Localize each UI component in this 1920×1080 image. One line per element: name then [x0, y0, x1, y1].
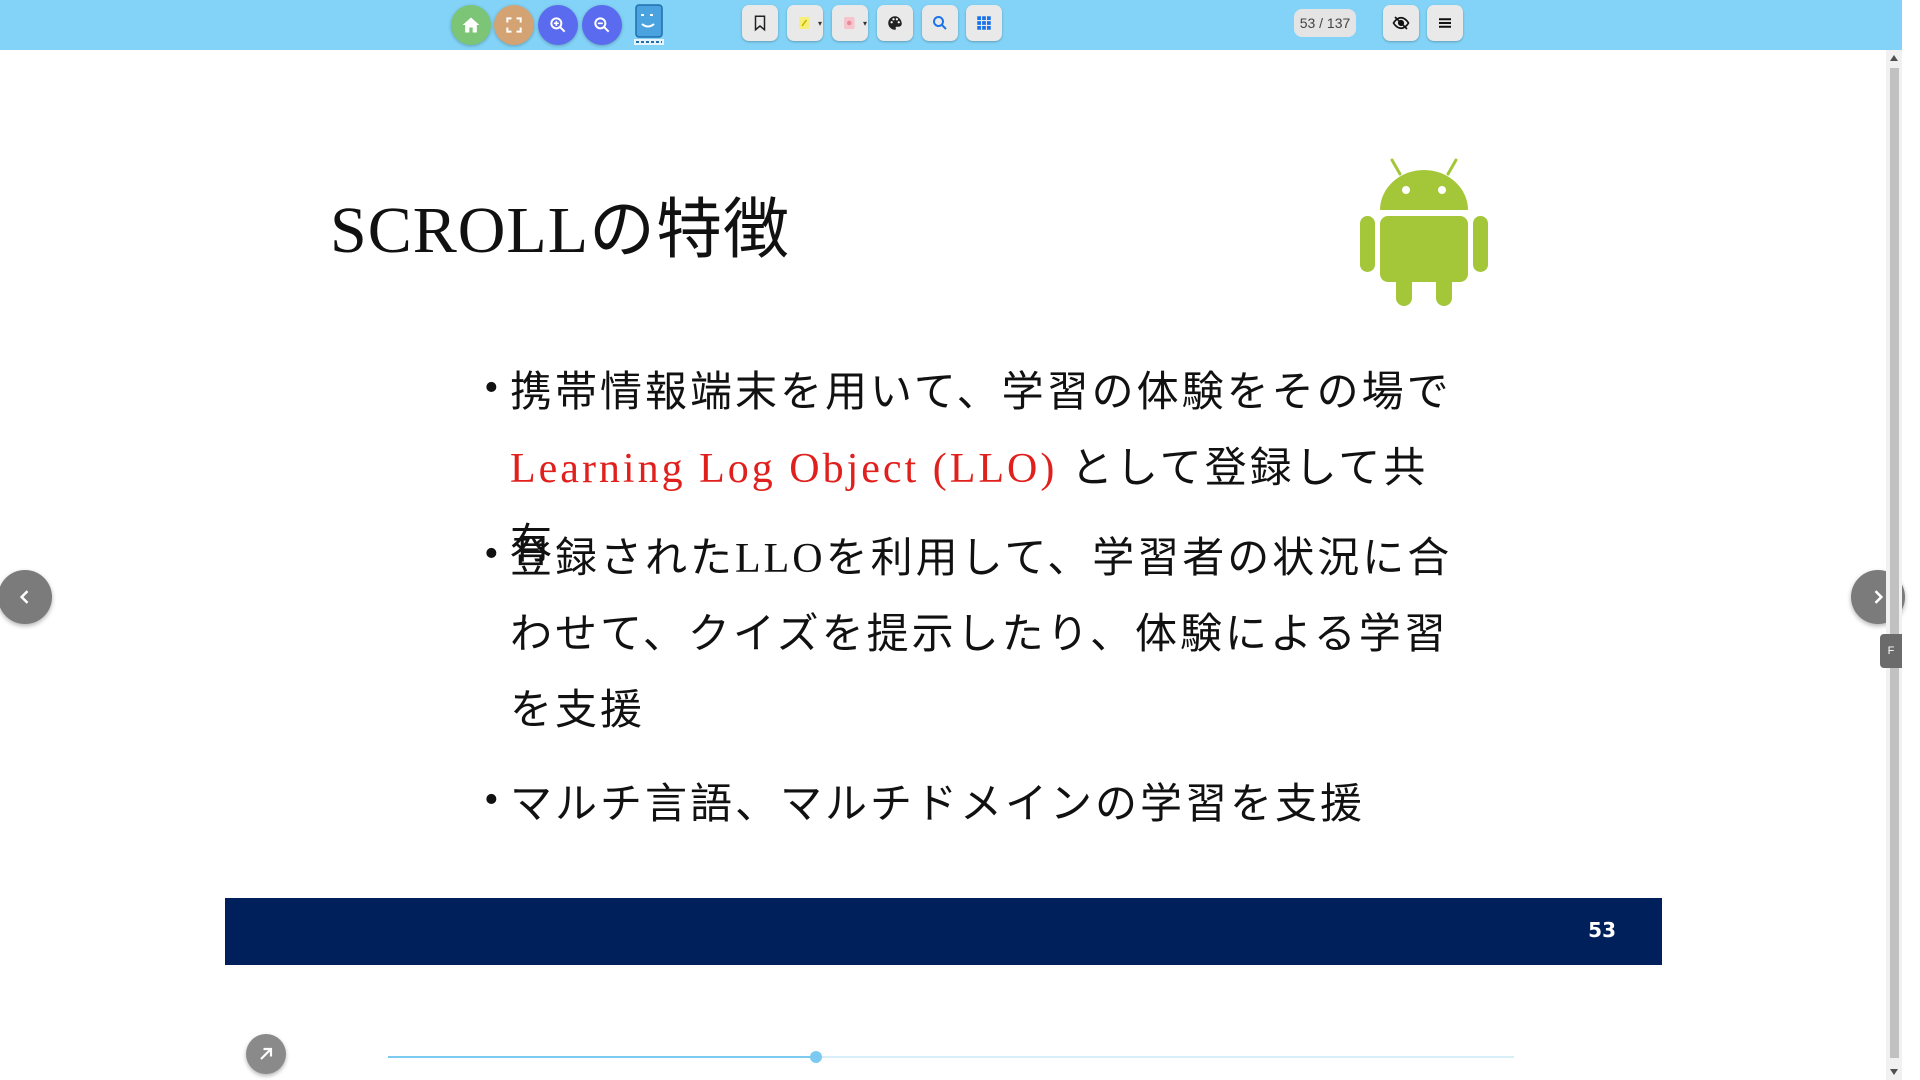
fullscreen-button[interactable]	[494, 5, 534, 45]
page-slider-fill	[388, 1056, 816, 1058]
chevron-left-icon	[19, 590, 29, 604]
zoom-out-icon	[594, 17, 610, 33]
bullet-marker: •	[484, 365, 499, 411]
android-logo	[1360, 158, 1488, 306]
page-slider[interactable]	[388, 1051, 1514, 1063]
slide-footer-bar: 53	[225, 898, 1662, 965]
palette-icon	[888, 16, 902, 30]
home-icon	[462, 17, 480, 33]
bullet-3-text: マルチ言語、マルチドメインの学習を支援	[510, 782, 1366, 828]
menu-icon	[1439, 18, 1451, 28]
bullet-2-text: 登録されたLLOを利用して、学習者の状況に合わせて、クイズを提示したり、体験によ…	[510, 536, 1453, 734]
bullet-1-text-a: 携帯情報端末を用いて、学習の体験をその場で	[510, 370, 1452, 416]
bullet-marker: •	[484, 777, 499, 823]
arrow-up-right-icon	[260, 1047, 273, 1060]
bookmark-button[interactable]	[742, 5, 778, 41]
grid-button[interactable]	[966, 5, 1002, 41]
bullet-2: 登録されたLLOを利用して、学習者の状況に合わせて、クイズを提示したり、体験によ…	[510, 521, 1470, 749]
scroll-up-arrow[interactable]	[1890, 55, 1898, 61]
hide-annotations-button[interactable]	[1383, 5, 1419, 41]
slide-title: SCROLLの特徴	[330, 194, 791, 267]
bullet-marker: •	[484, 531, 499, 577]
scroll-down-arrow[interactable]	[1890, 1069, 1898, 1075]
slide-number: 53	[1588, 918, 1616, 942]
home-button[interactable]	[451, 5, 491, 45]
grid-icon	[977, 16, 991, 30]
page-indicator: 53 / 137	[1294, 9, 1356, 37]
side-tab[interactable]: F	[1880, 634, 1902, 668]
highlighter-button[interactable]: ▾	[787, 5, 823, 41]
zoom-out-button[interactable]	[582, 5, 622, 45]
bullet-1-highlight: Learning Log Object (LLO)	[510, 446, 1058, 492]
expand-button[interactable]	[246, 1034, 286, 1074]
search-icon	[933, 16, 947, 30]
search-button[interactable]	[922, 5, 958, 41]
toolbar: ▾ ▾ 53 / 137	[0, 0, 1902, 50]
bookmark-icon	[754, 15, 766, 32]
scrollbar-thumb[interactable]	[1890, 68, 1899, 1058]
eraser-icon	[844, 17, 855, 29]
zoom-in-icon	[550, 17, 566, 33]
chevron-right-icon	[1874, 590, 1884, 604]
chevron-down-icon: ▾	[817, 19, 822, 28]
menu-button[interactable]	[1427, 5, 1463, 41]
zoom-in-button[interactable]	[538, 5, 578, 45]
palette-button[interactable]	[877, 5, 913, 41]
app-logo	[632, 4, 666, 46]
bullet-3: マルチ言語、マルチドメインの学習を支援	[510, 767, 1470, 843]
fullscreen-icon	[506, 17, 522, 33]
vertical-scrollbar[interactable]	[1886, 50, 1902, 1080]
chevron-down-icon: ▾	[862, 19, 867, 28]
page-slider-handle[interactable]	[809, 1051, 822, 1063]
eraser-button[interactable]: ▾	[832, 5, 868, 41]
highlighter-icon	[799, 17, 810, 29]
previous-page-button[interactable]	[0, 570, 52, 624]
eye-off-icon	[1392, 16, 1410, 30]
